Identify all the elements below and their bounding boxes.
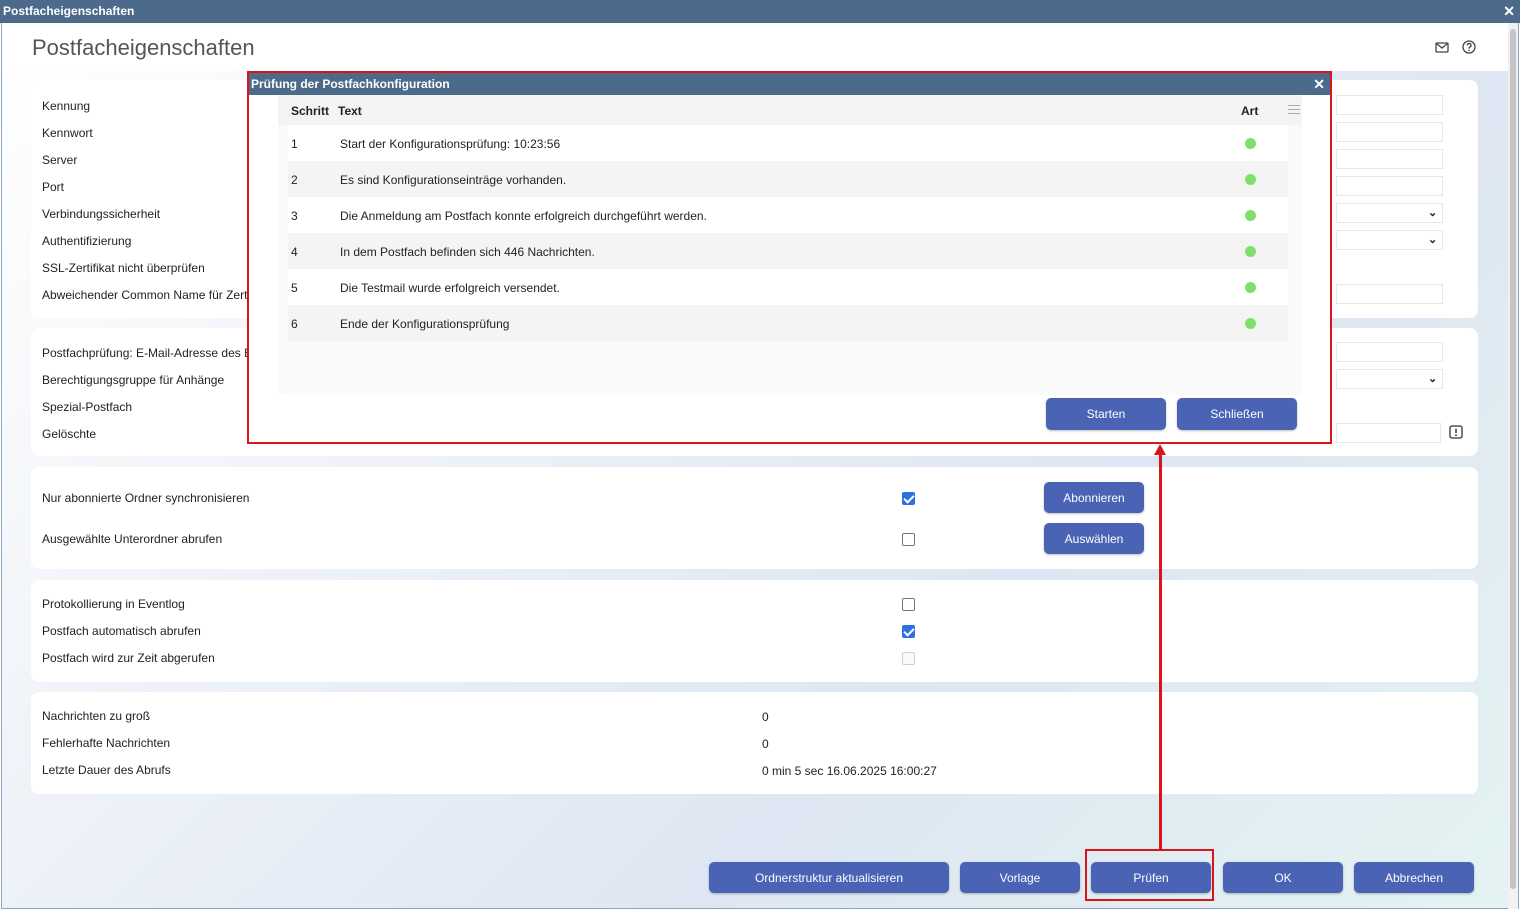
status-ok-icon	[1245, 246, 1256, 257]
label-faulty: Fehlerhafte Nachrichten	[42, 736, 171, 750]
table-row[interactable]: 4 In dem Postfach befinden sich 446 Nach…	[288, 233, 1288, 269]
table-row[interactable]: 1 Start der Konfigurationsprüfung: 10:23…	[288, 125, 1288, 161]
status-ok-icon	[1245, 318, 1256, 329]
label-ssl-zertifikat: SSL-Zertifikat nicht überprüfen	[42, 261, 205, 275]
label-authentifizierung: Authentifizierung	[42, 234, 132, 248]
template-button[interactable]: Vorlage	[960, 862, 1080, 893]
folders-panel: Nur abonnierte Ordner synchronisieren Ab…	[31, 467, 1478, 569]
config-check-dialog: Prüfung der Postfachkonfiguration ✕ Schr…	[247, 71, 1332, 444]
label-common-name: Abweichender Common Name für Zert	[42, 288, 248, 302]
row-text: Die Anmeldung am Postfach konnte erfolgr…	[340, 209, 707, 223]
row-step: 1	[291, 137, 298, 151]
column-type[interactable]: Art	[1241, 104, 1258, 118]
scrollbar-thumb[interactable]	[1510, 29, 1516, 889]
kennwort-input[interactable]	[1336, 122, 1443, 142]
geloeschte-input[interactable]	[1336, 423, 1441, 443]
logging-panel: Protokollierung in Eventlog Postfach aut…	[31, 580, 1478, 682]
table-row[interactable]: 2 Es sind Konfigurationseinträge vorhand…	[288, 161, 1288, 197]
fetching-now-checkbox	[902, 652, 915, 665]
exclamation-box-icon[interactable]	[1449, 425, 1463, 439]
label-berechtigungsgruppe: Berechtigungsgruppe für Anhänge	[42, 373, 225, 387]
select-subfolders-checkbox[interactable]	[902, 533, 915, 546]
column-step[interactable]: Schritt	[291, 104, 329, 118]
row-step: 2	[291, 173, 298, 187]
label-last-duration: Letzte Dauer des Abrufs	[42, 763, 171, 777]
table-row[interactable]: 3 Die Anmeldung am Postfach konnte erfol…	[288, 197, 1288, 233]
annotation-arrow-line	[1159, 453, 1162, 851]
check-results-grid: Schritt Text Art 1 Start der Konfigurati…	[278, 95, 1302, 395]
dialog-titlebar: Prüfung der Postfachkonfiguration ✕	[249, 73, 1330, 95]
row-step: 3	[291, 209, 298, 223]
table-row[interactable]: 6 Ende der Konfigurationsprüfung	[288, 305, 1288, 341]
row-text: Es sind Konfigurationseinträge vorhanden…	[340, 173, 567, 187]
label-sync-subscribed: Nur abonnierte Ordner synchronisieren	[42, 491, 250, 505]
auto-fetch-checkbox[interactable]	[902, 625, 915, 638]
row-text: In dem Postfach befinden sich 446 Nachri…	[340, 245, 595, 259]
close-icon[interactable]: ✕	[1313, 73, 1325, 95]
page-title: Postfacheigenschaften	[32, 35, 255, 60]
column-text[interactable]: Text	[338, 104, 362, 118]
label-spezial-postfach: Spezial-Postfach	[42, 400, 133, 414]
select-button[interactable]: Auswählen	[1044, 523, 1144, 554]
status-ok-icon	[1245, 174, 1256, 185]
column-menu-icon[interactable]	[1288, 105, 1300, 114]
subscribe-button[interactable]: Abonnieren	[1044, 482, 1144, 513]
status-ok-icon	[1245, 282, 1256, 293]
verbindungssicherheit-select[interactable]	[1336, 203, 1443, 223]
label-verbindungssicherheit: Verbindungssicherheit	[42, 207, 161, 221]
row-text: Ende der Konfigurationsprüfung	[340, 317, 510, 331]
common-name-input[interactable]	[1336, 284, 1443, 304]
label-kennung: Kennung	[42, 99, 91, 113]
envelope-icon[interactable]	[1435, 40, 1449, 54]
sync-subscribed-checkbox[interactable]	[902, 492, 915, 505]
label-eventlog: Protokollierung in Eventlog	[42, 597, 185, 611]
eventlog-checkbox[interactable]	[902, 598, 915, 611]
chevron-down-icon[interactable]: ⌄	[1428, 372, 1437, 385]
postfachpruefung-input[interactable]	[1336, 342, 1443, 362]
grid-header: Schritt Text Art	[278, 95, 1302, 125]
ok-button[interactable]: OK	[1223, 862, 1343, 893]
row-text: Start der Konfigurationsprüfung: 10:23:5…	[340, 137, 561, 151]
row-step: 4	[291, 245, 298, 259]
refresh-folders-button[interactable]: Ordnerstruktur aktualisieren	[709, 862, 949, 893]
close-dialog-button[interactable]: Schließen	[1177, 398, 1297, 430]
faulty-value: 0	[762, 737, 769, 751]
label-fetching-now: Postfach wird zur Zeit abgerufen	[42, 651, 215, 665]
row-text: Die Testmail wurde erfolgreich versendet…	[340, 281, 560, 295]
label-server: Server	[42, 153, 78, 167]
stats-panel: Nachrichten zu groß 0 Fehlerhafte Nachri…	[31, 692, 1478, 794]
last-duration-value: 0 min 5 sec 16.06.2025 16:00:27	[762, 764, 937, 778]
row-step: 6	[291, 317, 298, 331]
berechtigungsgruppe-select[interactable]	[1336, 369, 1443, 389]
table-row[interactable]: 5 Die Testmail wurde erfolgreich versend…	[288, 269, 1288, 305]
cancel-button[interactable]: Abbrechen	[1354, 862, 1474, 893]
too-large-value: 0	[762, 710, 769, 724]
server-input[interactable]	[1336, 149, 1443, 169]
authentifizierung-select[interactable]	[1336, 230, 1443, 250]
port-input[interactable]	[1336, 176, 1443, 196]
start-button[interactable]: Starten	[1046, 398, 1166, 430]
label-kennwort: Kennwort	[42, 126, 93, 140]
row-step: 5	[291, 281, 298, 295]
status-ok-icon	[1245, 210, 1256, 221]
header-bar: Postfacheigenschaften	[2, 23, 1508, 71]
label-port: Port	[42, 180, 65, 194]
close-icon[interactable]: ✕	[1503, 0, 1515, 23]
window-titlebar: Postfacheigenschaften ✕	[0, 0, 1520, 23]
kennung-input[interactable]	[1336, 95, 1443, 115]
dialog-title: Prüfung der Postfachkonfiguration	[251, 77, 450, 91]
label-postfachpruefung: Postfachprüfung: E-Mail-Adresse des E	[42, 346, 253, 360]
window-title: Postfacheigenschaften	[3, 4, 135, 18]
help-circle-icon[interactable]	[1462, 40, 1476, 54]
label-too-large: Nachrichten zu groß	[42, 709, 151, 723]
vertical-scrollbar[interactable]	[1508, 23, 1518, 909]
annotation-highlight-box	[1085, 849, 1214, 901]
chevron-down-icon[interactable]: ⌄	[1428, 206, 1437, 219]
chevron-down-icon[interactable]: ⌄	[1428, 233, 1437, 246]
status-ok-icon	[1245, 138, 1256, 149]
label-select-subfolders: Ausgewählte Unterordner abrufen	[42, 532, 223, 546]
label-geloeschte: Gelöschte	[42, 427, 97, 441]
label-auto-fetch: Postfach automatisch abrufen	[42, 624, 201, 638]
